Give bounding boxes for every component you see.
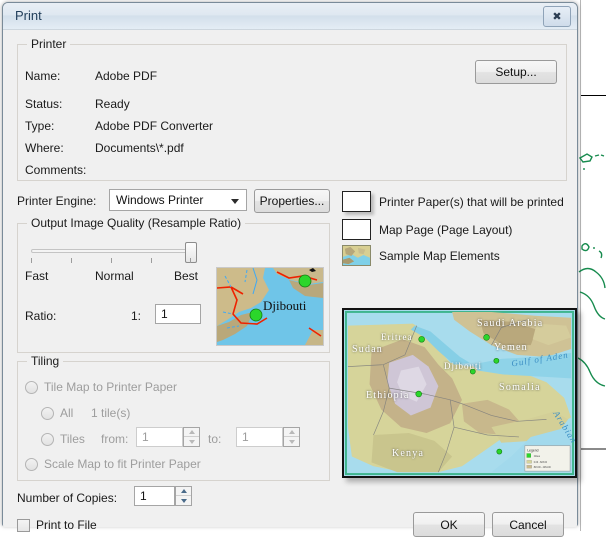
tiles-from-stepper[interactable]	[183, 427, 200, 447]
printer-paper-legend-label: Printer Paper(s) that will be printed	[379, 195, 564, 209]
print-to-file-checkbox[interactable]	[17, 519, 30, 532]
tiles-from-label: from:	[101, 432, 129, 446]
background-coastline-graphic	[578, 153, 606, 387]
quality-slider-ticks	[31, 258, 191, 263]
tiles-range-label: Tiles	[60, 432, 85, 446]
tiles-to-label: to:	[208, 432, 222, 446]
map-page-swatch	[342, 219, 371, 240]
stepper-up-icon[interactable]	[184, 428, 199, 437]
svg-text:Legend: Legend	[527, 449, 538, 453]
printer-group-legend: Printer	[27, 37, 71, 51]
tiles-range-radio[interactable]	[41, 433, 54, 446]
map-page-legend-label: Map Page (Page Layout)	[379, 223, 513, 237]
djibouti-thumbnail: Djibouti	[216, 267, 324, 346]
printer-status-value: Ready	[95, 97, 130, 111]
printer-where-value: Documents\*.pdf	[95, 141, 184, 155]
stepper-up-icon[interactable]	[176, 487, 191, 496]
map-page-preview: Legend Cities 0.00 - 823.00 823.00 - 426…	[342, 308, 577, 478]
dialog-title: Print	[15, 8, 42, 23]
copies-label: Number of Copies:	[17, 491, 118, 505]
ok-button[interactable]: OK	[413, 512, 485, 537]
printer-paper-swatch	[342, 191, 371, 212]
printer-type-value: Adobe PDF Converter	[95, 119, 214, 133]
quality-label-fast: Fast	[25, 269, 49, 283]
tiles-from-input[interactable]: 1	[136, 427, 183, 447]
printer-engine-label: Printer Engine:	[17, 194, 97, 208]
scale-map-label: Scale Map to fit Printer Paper	[44, 457, 201, 471]
ratio-prefix: 1:	[131, 309, 142, 323]
cancel-button[interactable]: Cancel	[492, 512, 564, 537]
tile-map-label: Tile Map to Printer Paper	[44, 380, 177, 394]
tiles-to-stepper[interactable]	[283, 427, 300, 447]
all-tiles-radio[interactable]	[41, 407, 54, 420]
printer-engine-value: Windows Printer	[116, 193, 204, 207]
all-tiles-label: All	[60, 406, 74, 420]
stepper-down-icon[interactable]	[176, 496, 191, 505]
background-horizontal-rule-bottom	[581, 448, 606, 450]
stepper-down-icon[interactable]	[284, 437, 299, 446]
printer-type-label: Type:	[25, 119, 55, 133]
printer-name-label: Name:	[25, 69, 61, 83]
printer-name-value: Adobe PDF	[95, 69, 158, 83]
copies-input[interactable]: 1	[134, 486, 175, 506]
copies-stepper[interactable]	[175, 486, 192, 506]
tile-map-radio[interactable]	[25, 381, 38, 394]
printer-where-label: Where:	[25, 141, 64, 155]
output-image-quality-legend: Output Image Quality (Resample Ratio)	[27, 216, 246, 230]
tiling-group-legend: Tiling	[27, 354, 64, 368]
printer-engine-select[interactable]: Windows Printer	[109, 189, 247, 211]
setup-button[interactable]: Setup...	[475, 60, 557, 84]
close-icon[interactable]: ✖	[543, 6, 571, 27]
svg-text:0.00 - 823.00: 0.00 - 823.00	[534, 462, 548, 464]
stepper-down-icon[interactable]	[184, 437, 199, 446]
quality-label-best: Best	[174, 269, 199, 283]
dialog-body: Printer Name: Adobe PDF Status: Ready Ty…	[3, 30, 577, 537]
printer-status-label: Status:	[25, 97, 63, 111]
quality-slider-track[interactable]	[31, 249, 191, 253]
ratio-input[interactable]: 1	[155, 304, 201, 324]
ratio-label: Ratio:	[25, 309, 57, 323]
print-to-file-label: Print to File	[36, 518, 97, 532]
stepper-up-icon[interactable]	[284, 428, 299, 437]
scale-map-radio[interactable]	[25, 458, 38, 471]
print-dialog: Print ✖ Printer Name: Adobe PDF Status: …	[2, 2, 578, 537]
tile-count-text: 1 tile(s)	[91, 406, 131, 420]
svg-text:823.00 - 4264.00: 823.00 - 4264.00	[534, 467, 552, 469]
properties-button[interactable]: Properties...	[254, 189, 330, 213]
printer-comments-label: Comments:	[25, 163, 87, 177]
sample-map-legend-label: Sample Map Elements	[379, 249, 500, 263]
tiles-to-input[interactable]: 1	[236, 427, 283, 447]
dialog-titlebar: Print ✖	[3, 3, 577, 30]
quality-label-normal: Normal	[95, 269, 134, 283]
sample-map-swatch	[342, 245, 371, 266]
svg-text:Cities: Cities	[534, 455, 541, 458]
chevron-down-icon	[231, 199, 239, 204]
